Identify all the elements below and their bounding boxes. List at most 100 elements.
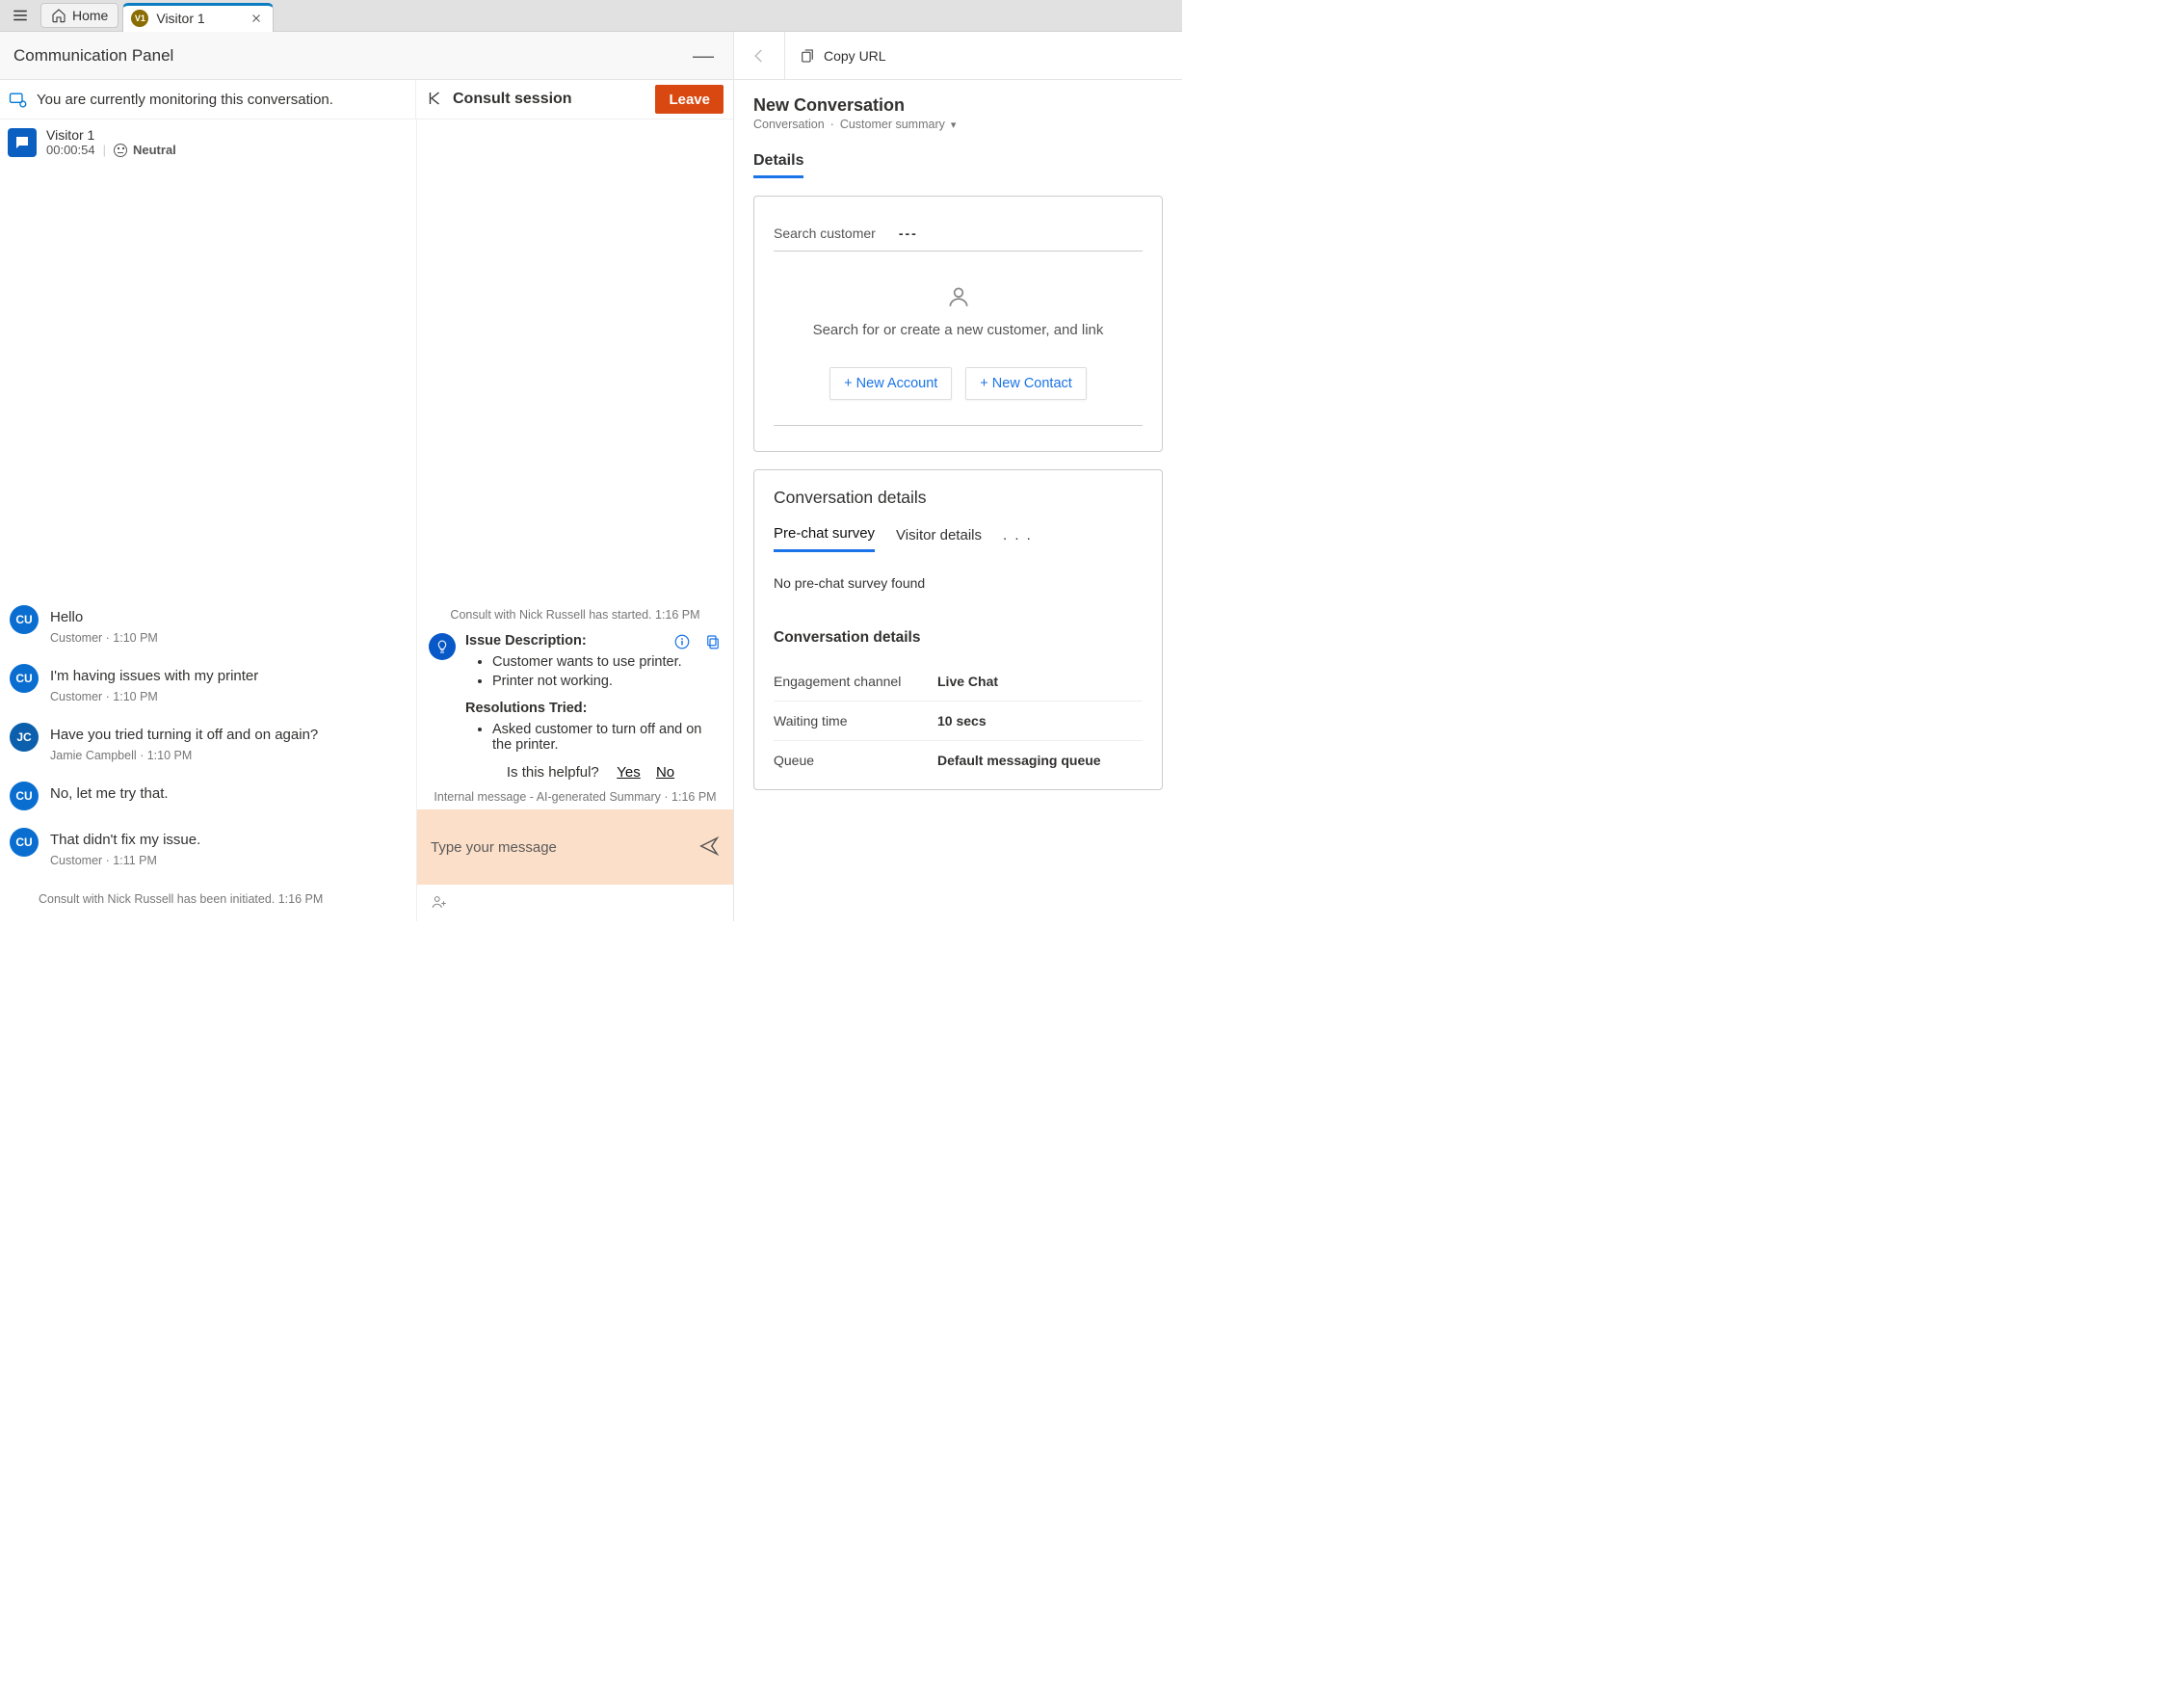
minimize-button[interactable]: — bbox=[687, 40, 720, 72]
session-name: Visitor 1 bbox=[46, 127, 176, 143]
detail-row: Waiting time 10 secs bbox=[774, 702, 1143, 741]
tab-avatar: V1 bbox=[131, 10, 148, 27]
issue-item: Printer not working. bbox=[492, 674, 722, 689]
copy-url-label: Copy URL bbox=[824, 48, 886, 64]
details-tab[interactable]: Details bbox=[753, 152, 803, 178]
monitor-icon bbox=[8, 90, 27, 109]
tab-home[interactable]: Home bbox=[40, 3, 118, 28]
tab-visitor[interactable]: V1 Visitor 1 bbox=[122, 3, 273, 32]
issue-description-label: Issue Description: bbox=[465, 633, 587, 649]
right-toolbar: Copy URL bbox=[734, 32, 1182, 80]
consult-panel: Consult with Nick Russell has started. 1… bbox=[416, 165, 733, 921]
lightbulb-icon bbox=[429, 633, 456, 660]
helpful-question: Is this helpful? bbox=[507, 764, 599, 781]
breadcrumb-parent: Conversation bbox=[753, 118, 825, 131]
message-text: That didn't fix my issue. bbox=[50, 828, 200, 848]
session-tile[interactable]: Visitor 1 00:00:54 | Neutral bbox=[0, 119, 416, 165]
new-contact-button[interactable]: + New Contact bbox=[965, 367, 1087, 400]
avatar: CU bbox=[10, 605, 39, 634]
detail-key: Waiting time bbox=[774, 713, 937, 729]
message-text: Hello bbox=[50, 605, 158, 625]
new-account-button[interactable]: + New Account bbox=[829, 367, 952, 400]
tab-visitor-label: Visitor 1 bbox=[156, 11, 204, 26]
chat-message: CU That didn't fix my issue. Customer · … bbox=[10, 828, 407, 881]
message-text: Have you tried turning it off and on aga… bbox=[50, 723, 318, 743]
prechat-empty-text: No pre-chat survey found bbox=[774, 575, 1143, 591]
leave-button[interactable]: Leave bbox=[655, 85, 724, 114]
chat-message: JC Have you tried turning it off and on … bbox=[10, 723, 407, 776]
message-text: I'm having issues with my printer bbox=[50, 664, 258, 684]
conversation-details-card: Conversation details Pre-chat survey Vis… bbox=[753, 469, 1163, 790]
copy-icon[interactable] bbox=[704, 633, 722, 654]
home-icon bbox=[51, 8, 66, 23]
detail-row: Engagement channel Live Chat bbox=[774, 662, 1143, 702]
subtab-visitor-details[interactable]: Visitor details bbox=[896, 527, 982, 551]
consult-started-text: Consult with Nick Russell has started. 1… bbox=[429, 608, 722, 622]
page-title: New Conversation bbox=[753, 95, 1163, 116]
comm-panel-header: Communication Panel — bbox=[0, 32, 733, 80]
helpful-no[interactable]: No bbox=[656, 764, 674, 781]
back-button[interactable] bbox=[748, 44, 771, 67]
info-icon[interactable] bbox=[673, 633, 691, 654]
ai-summary-card: Issue Description: Customer wants to use… bbox=[429, 633, 722, 790]
copy-url-button[interactable]: Copy URL bbox=[799, 47, 886, 65]
compose-toolbar bbox=[417, 885, 733, 921]
send-icon bbox=[698, 835, 720, 857]
message-meta: Customer · 1:10 PM bbox=[50, 690, 258, 703]
monitoring-banner: You are currently monitoring this conver… bbox=[0, 80, 415, 119]
search-customer-value[interactable]: --- bbox=[899, 225, 918, 241]
subtab-more[interactable]: . . . bbox=[1003, 527, 1033, 551]
session-timer: 00:00:54 bbox=[46, 143, 95, 157]
avatar: CU bbox=[10, 828, 39, 857]
send-button[interactable] bbox=[698, 835, 720, 860]
resolutions-label: Resolutions Tried: bbox=[465, 701, 722, 716]
arrow-left-icon bbox=[750, 47, 768, 65]
close-icon bbox=[250, 13, 262, 24]
detail-value: Live Chat bbox=[937, 674, 998, 689]
search-customer-label: Search customer bbox=[774, 225, 876, 241]
copy-url-icon bbox=[799, 47, 816, 65]
message-text: No, let me try that. bbox=[50, 782, 169, 802]
compose-input[interactable] bbox=[431, 839, 689, 856]
resolution-item: Asked customer to turn off and on the pr… bbox=[492, 722, 722, 753]
issue-item: Customer wants to use printer. bbox=[492, 654, 722, 670]
consult-session-label: Consult session bbox=[453, 91, 572, 108]
hamburger-menu[interactable] bbox=[4, 3, 37, 28]
chat-message: CU I'm having issues with my printer Cus… bbox=[10, 664, 407, 717]
chat-message: CU Hello Customer · 1:10 PM bbox=[10, 605, 407, 658]
ai-footer-meta: Internal message - AI-generated Summary … bbox=[429, 790, 722, 804]
chat-channel-icon bbox=[8, 128, 37, 157]
back-to-start-icon[interactable] bbox=[426, 90, 443, 110]
divider bbox=[784, 32, 785, 80]
detail-key: Queue bbox=[774, 753, 937, 768]
avatar: CU bbox=[10, 782, 39, 810]
add-people-button[interactable] bbox=[431, 893, 448, 914]
sentiment-indicator: Neutral bbox=[114, 143, 176, 157]
breadcrumb: Conversation · Customer summary ▾ bbox=[753, 118, 1163, 131]
avatar: CU bbox=[10, 664, 39, 693]
monitoring-text: You are currently monitoring this conver… bbox=[37, 92, 333, 108]
chat-message: CU No, let me try that. bbox=[10, 782, 407, 810]
conversation-details-header: Conversation details bbox=[774, 488, 1143, 508]
compose-box bbox=[417, 809, 733, 885]
chat-transcript: CU Hello Customer · 1:10 PM CU I'm havin… bbox=[0, 165, 416, 921]
person-icon bbox=[774, 284, 1143, 312]
subtab-prechat[interactable]: Pre-chat survey bbox=[774, 525, 875, 552]
consult-subheader: You are currently monitoring this conver… bbox=[0, 80, 733, 119]
add-people-icon bbox=[431, 893, 448, 911]
message-meta: Customer · 1:11 PM bbox=[50, 854, 200, 867]
customer-empty-text: Search for or create a new customer, and… bbox=[774, 322, 1143, 338]
helpful-yes[interactable]: Yes bbox=[617, 764, 640, 781]
chevron-down-icon[interactable]: ▾ bbox=[951, 119, 957, 131]
conversation-details-subheader: Conversation details bbox=[774, 629, 1143, 647]
detail-value: Default messaging queue bbox=[937, 753, 1101, 768]
customer-search-card: Search customer --- Search for or create… bbox=[753, 196, 1163, 452]
tab-bar: Home V1 Visitor 1 bbox=[0, 0, 1182, 32]
comm-panel-title: Communication Panel bbox=[13, 46, 173, 66]
breadcrumb-current[interactable]: Customer summary bbox=[840, 118, 945, 131]
tab-close[interactable] bbox=[248, 10, 265, 27]
detail-row: Queue Default messaging queue bbox=[774, 741, 1143, 780]
tab-home-label: Home bbox=[72, 8, 108, 23]
neutral-face-icon bbox=[114, 144, 127, 157]
message-meta: Customer · 1:10 PM bbox=[50, 631, 158, 645]
